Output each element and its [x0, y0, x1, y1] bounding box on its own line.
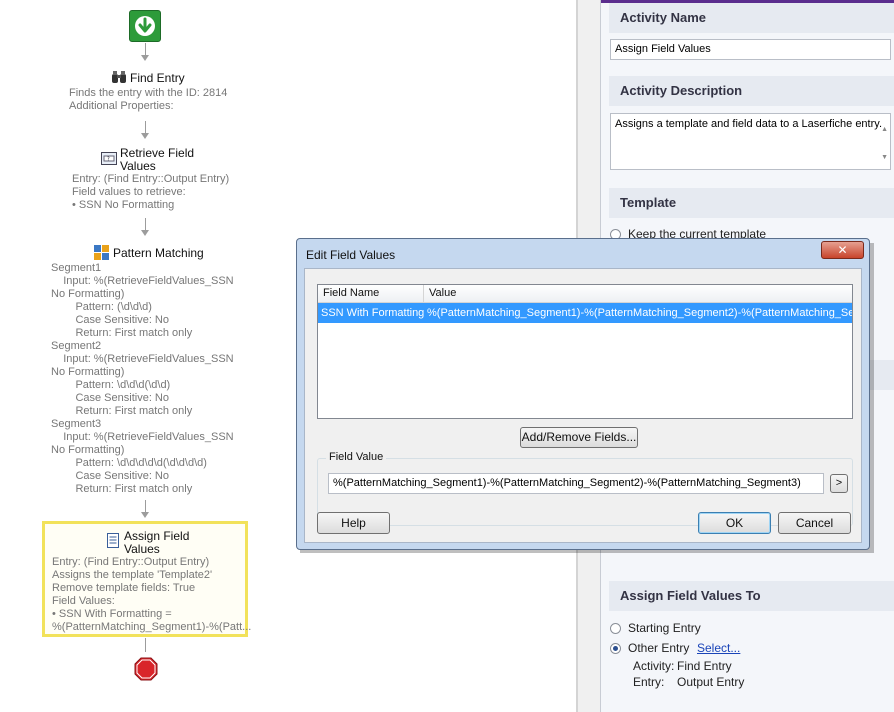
find-entry-title: Find Entry — [130, 71, 185, 85]
add-remove-fields-button[interactable]: Add/Remove Fields... — [520, 427, 638, 448]
field-value-input[interactable]: %(PatternMatching_Segment1)-%(PatternMat… — [328, 473, 824, 494]
pattern-line: Case Sensitive: No — [51, 470, 169, 482]
connector-line — [145, 218, 146, 230]
activity-label: Activity: — [633, 659, 675, 673]
other-entry-label: Other Entry — [628, 641, 690, 655]
pattern-line: Case Sensitive: No — [51, 314, 169, 326]
pattern-line: Segment3 — [51, 418, 102, 430]
retrieve-line-1: Entry: (Find Entry::Output Entry) — [72, 173, 230, 185]
activity-description-text: Assigns a template and field data to a L… — [615, 118, 883, 130]
field-value-group-label: Field Value — [326, 451, 387, 463]
retrieve-line-2: Field values to retrieve: — [72, 186, 186, 198]
pattern-line: No Formatting) — [51, 444, 125, 456]
table-row[interactable]: SSN With Formatting %(PatternMatching_Se… — [318, 303, 852, 323]
pattern-grid-icon — [94, 245, 109, 260]
pattern-line: Segment1 — [51, 262, 102, 274]
pattern-line: Input: %(RetrieveFieldValues_SSN — [51, 431, 234, 443]
connector-arrow — [141, 512, 149, 518]
pattern-line: No Formatting) — [51, 366, 125, 378]
pattern-line: Segment2 — [51, 340, 102, 352]
connector-line — [145, 121, 146, 133]
assign-line: Remove template fields: True — [52, 582, 196, 594]
ok-button[interactable]: OK — [698, 512, 771, 534]
description-scroll-arrows[interactable]: ▲ ▼ — [881, 116, 888, 172]
assign-line: Field Values: — [52, 595, 115, 607]
field-name-cell: SSN With Formatting — [321, 307, 424, 319]
activity-name-header: Activity Name — [609, 3, 894, 33]
activity-description-input[interactable]: Assigns a template and field data to a L… — [610, 113, 891, 170]
start-node[interactable] — [129, 10, 161, 42]
template-header: Template — [609, 188, 894, 218]
connector-line — [145, 638, 146, 652]
find-entry-line-1: Finds the entry with the ID: 2814 — [69, 87, 228, 99]
cancel-button[interactable]: Cancel — [778, 512, 851, 534]
field-value-group: Field Value %(PatternMatching_Segment1)-… — [317, 451, 853, 526]
pattern-line: No Formatting) — [51, 288, 125, 300]
column-header-field-name[interactable]: Field Name — [318, 285, 424, 302]
close-icon[interactable]: ✕ — [821, 241, 864, 259]
connector-arrow — [141, 55, 149, 61]
entry-value: Output Entry — [677, 675, 745, 689]
connector-arrow — [141, 133, 149, 139]
document-icon — [107, 533, 119, 548]
assign-line: • SSN With Formatting = — [52, 608, 172, 620]
activity-description-header: Activity Description — [609, 76, 894, 106]
insert-token-button[interactable]: > — [830, 474, 848, 493]
field-values-grid[interactable]: Field Name Value SSN With Formatting %(P… — [317, 284, 853, 419]
binoculars-icon — [112, 71, 126, 83]
help-button[interactable]: Help — [317, 512, 390, 534]
value-cell: %(PatternMatching_Segment1)-%(PatternMat… — [427, 307, 852, 319]
stop-octagon-icon[interactable] — [134, 657, 158, 681]
entry-label: Entry: — [633, 675, 665, 689]
pattern-line: Pattern: \d\d\d\d\d(\d\d\d\d) — [51, 457, 207, 469]
assign-line: %(PatternMatching_Segment1)-%(Patt... — [52, 621, 252, 633]
grid-header: Field Name Value — [318, 285, 852, 303]
connector-arrow — [141, 230, 149, 236]
pattern-line: Input: %(RetrieveFieldValues_SSN — [51, 353, 234, 365]
starting-entry-radio[interactable] — [610, 623, 621, 634]
other-entry-radio[interactable] — [610, 643, 621, 654]
start-arrow-icon — [135, 16, 155, 36]
pattern-line: Return: First match only — [51, 483, 193, 495]
assign-to-header: Assign Field Values To — [609, 581, 894, 611]
pattern-title: Pattern Matching — [113, 246, 204, 260]
select-entry-link[interactable]: Select... — [697, 641, 740, 655]
svg-text:?: ? — [107, 157, 110, 163]
activity-value: Find Entry — [677, 659, 732, 673]
connector-line — [145, 43, 146, 55]
assign-line: Assigns the template 'Template2' — [52, 569, 213, 581]
retrieve-line-3: • SSN No Formatting — [72, 199, 175, 211]
pattern-line: Pattern: (\d\d\d) — [51, 301, 152, 313]
retrieve-title-2: Values — [120, 159, 156, 173]
dialog-title: Edit Field Values — [306, 248, 396, 262]
edit-field-values-dialog: Edit Field Values ✕ Field Name Value SSN… — [296, 238, 870, 550]
assign-title-2: Values — [124, 542, 160, 556]
field-form-icon: ? — [101, 152, 117, 165]
connector-line — [145, 500, 146, 512]
pattern-line: Input: %(RetrieveFieldValues_SSN — [51, 275, 234, 287]
pattern-line: Case Sensitive: No — [51, 392, 169, 404]
find-entry-line-2: Additional Properties: — [69, 100, 174, 112]
pattern-line: Return: First match only — [51, 327, 193, 339]
dialog-body: Field Name Value SSN With Formatting %(P… — [304, 268, 862, 543]
starting-entry-label: Starting Entry — [628, 621, 701, 635]
activity-name-input[interactable]: Assign Field Values — [610, 39, 891, 60]
column-header-value[interactable]: Value — [424, 285, 852, 302]
pattern-line: Return: First match only — [51, 405, 193, 417]
assign-line: Entry: (Find Entry::Output Entry) — [52, 556, 210, 568]
pattern-line: Pattern: \d\d\d(\d\d) — [51, 379, 171, 391]
